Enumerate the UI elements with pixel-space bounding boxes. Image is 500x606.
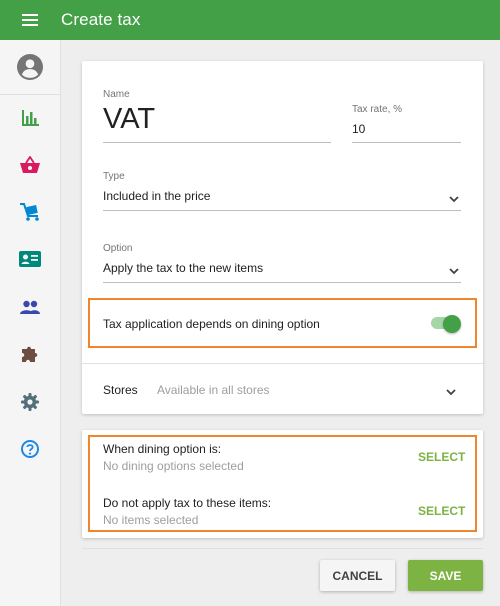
sidebar bbox=[0, 40, 61, 606]
expand-stores-icon[interactable] bbox=[445, 386, 457, 398]
sidebar-item-sales[interactable] bbox=[0, 147, 60, 183]
gear-icon bbox=[21, 393, 39, 411]
sidebar-item-help[interactable] bbox=[0, 431, 60, 467]
page-title: Create tax bbox=[61, 10, 141, 29]
option-select[interactable]: Apply the tax to the new items bbox=[103, 261, 263, 275]
footer-divider bbox=[82, 548, 483, 549]
option-underline bbox=[103, 282, 461, 283]
name-underline bbox=[103, 142, 331, 143]
people-icon bbox=[20, 300, 40, 314]
basket-icon bbox=[20, 156, 40, 173]
hamburger-menu-icon bbox=[22, 14, 38, 26]
menu-button[interactable] bbox=[0, 0, 60, 40]
name-input[interactable]: VAT bbox=[103, 103, 155, 136]
account-circle-icon bbox=[17, 54, 43, 80]
save-button[interactable]: SAVE bbox=[408, 560, 483, 591]
app-bar: Create tax bbox=[0, 0, 500, 40]
chevron-down-icon[interactable] bbox=[448, 193, 460, 205]
sidebar-item-items[interactable] bbox=[0, 194, 60, 230]
sidebar-item-reports[interactable] bbox=[0, 100, 60, 136]
avatar[interactable] bbox=[0, 40, 60, 95]
tax-form-card: Name VAT Tax rate, % 10 Type Included in… bbox=[82, 61, 483, 414]
sidebar-item-customers[interactable] bbox=[0, 289, 60, 325]
stores-value[interactable]: Available in all stores bbox=[157, 383, 270, 397]
stores-label: Stores bbox=[103, 383, 138, 397]
cancel-button[interactable]: CANCEL bbox=[320, 560, 395, 591]
tax-rate-underline bbox=[352, 142, 461, 143]
cart-icon bbox=[20, 203, 39, 221]
bar-chart-icon bbox=[22, 110, 39, 126]
divider bbox=[82, 363, 483, 364]
puzzle-icon bbox=[22, 346, 38, 362]
id-card-icon bbox=[19, 251, 41, 267]
sidebar-item-settings[interactable] bbox=[0, 384, 60, 420]
type-select[interactable]: Included in the price bbox=[103, 189, 210, 203]
sidebar-item-integrations[interactable] bbox=[0, 336, 60, 372]
option-label: Option bbox=[103, 243, 133, 254]
highlight-box bbox=[88, 298, 477, 348]
tax-rate-label: Tax rate, % bbox=[352, 104, 403, 115]
highlight-box bbox=[88, 435, 477, 532]
sidebar-item-employees[interactable] bbox=[0, 241, 60, 277]
tax-rate-input[interactable]: 10 bbox=[352, 122, 365, 136]
type-underline bbox=[103, 210, 461, 211]
name-label: Name bbox=[103, 89, 130, 100]
type-label: Type bbox=[103, 171, 125, 182]
help-circle-icon bbox=[21, 440, 39, 458]
chevron-down-icon[interactable] bbox=[448, 265, 460, 277]
